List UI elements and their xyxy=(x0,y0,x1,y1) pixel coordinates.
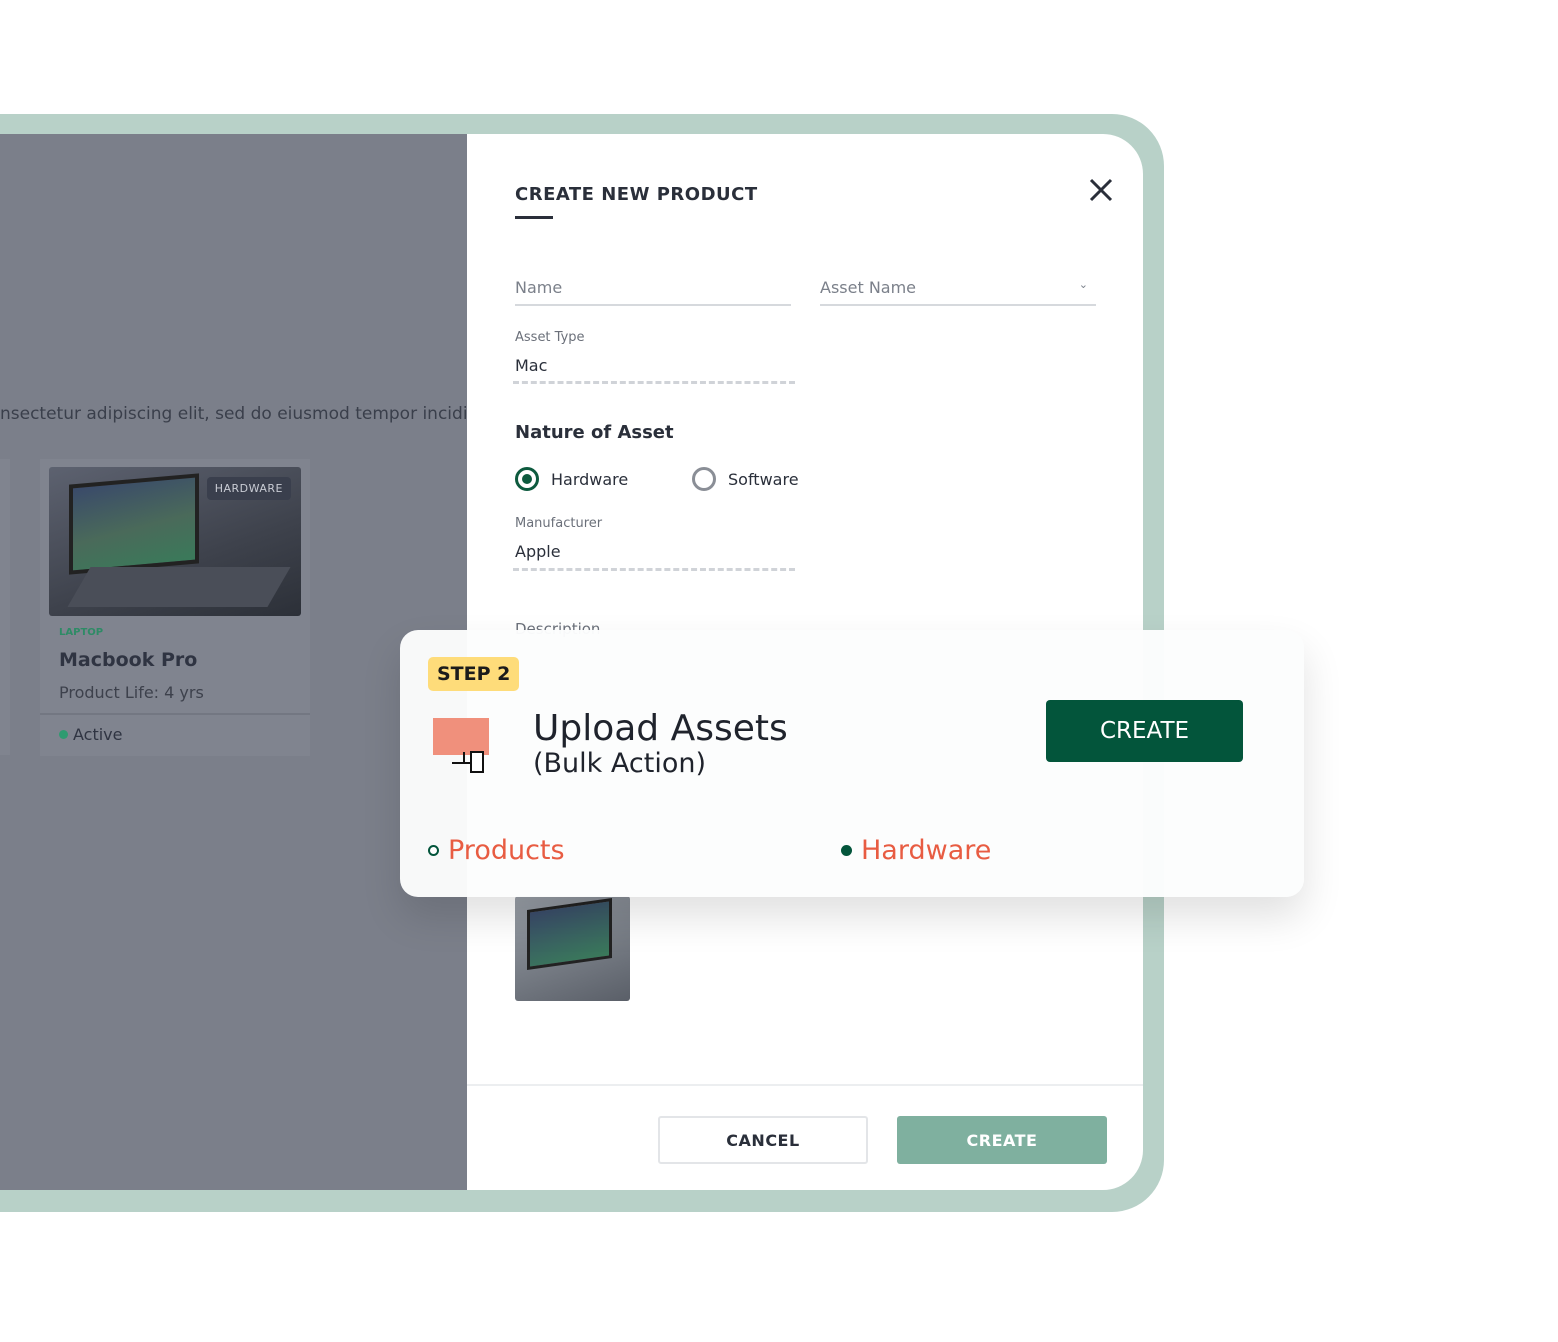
radio-hardware[interactable]: Hardware xyxy=(515,467,628,491)
dot-icon xyxy=(841,845,852,856)
manufacturer-input[interactable]: Apple xyxy=(515,542,561,561)
asset-type-label: Asset Type xyxy=(515,330,585,345)
background-page-overlay: nsectetur adipiscing elit, sed do eiusmo… xyxy=(0,134,467,1190)
chevron-down-icon: ⌄ xyxy=(1078,278,1088,291)
close-icon[interactable] xyxy=(1085,174,1117,206)
nature-of-asset-heading: Nature of Asset xyxy=(515,422,674,443)
cancel-button[interactable]: CANCEL xyxy=(658,1116,868,1164)
asset-name-select[interactable]: Asset Name ⌄ xyxy=(820,278,1096,306)
asset-type-input[interactable]: Mac xyxy=(515,356,547,375)
status-badge: Active xyxy=(59,725,123,744)
product-life: Product Life: 4 yrs xyxy=(59,683,204,702)
product-card-partial xyxy=(0,459,10,755)
popup-create-button[interactable]: CREATE xyxy=(1046,700,1243,762)
footer-divider xyxy=(467,1084,1143,1086)
uploaded-image-thumbnail[interactable] xyxy=(515,896,630,1001)
product-image: HARDWARE xyxy=(49,467,301,616)
field-underline xyxy=(513,381,795,384)
bulk-upload-card: STEP 2 Upload Assets (Bulk Action) CREAT… xyxy=(400,630,1304,897)
product-card[interactable]: HARDWARE LAPTOP Macbook Pro Product Life… xyxy=(40,459,310,756)
product-name: Macbook Pro xyxy=(59,649,198,671)
step-badge: STEP 2 xyxy=(428,657,520,691)
radio-checked-icon xyxy=(515,467,539,491)
popup-subtitle: (Bulk Action) xyxy=(533,748,706,779)
modal-title: CREATE NEW PRODUCT xyxy=(515,184,758,205)
product-badge: HARDWARE xyxy=(206,477,291,500)
tag-products: Products xyxy=(428,835,565,866)
manufacturer-label: Manufacturer xyxy=(515,516,603,531)
status-dot-icon xyxy=(59,730,68,739)
tag-hardware: Hardware xyxy=(841,835,991,866)
popup-title: Upload Assets xyxy=(533,708,788,749)
upload-assets-icon xyxy=(433,718,490,776)
title-underline xyxy=(515,216,553,219)
field-underline xyxy=(513,568,795,571)
product-category: LAPTOP xyxy=(59,627,104,638)
divider xyxy=(40,713,310,715)
dot-icon xyxy=(428,845,439,856)
radio-software[interactable]: Software xyxy=(692,467,799,491)
name-input[interactable]: Name xyxy=(515,278,791,306)
create-button[interactable]: CREATE xyxy=(897,1116,1107,1164)
radio-unchecked-icon xyxy=(692,467,716,491)
page-description: nsectetur adipiscing elit, sed do eiusmo… xyxy=(0,404,467,424)
